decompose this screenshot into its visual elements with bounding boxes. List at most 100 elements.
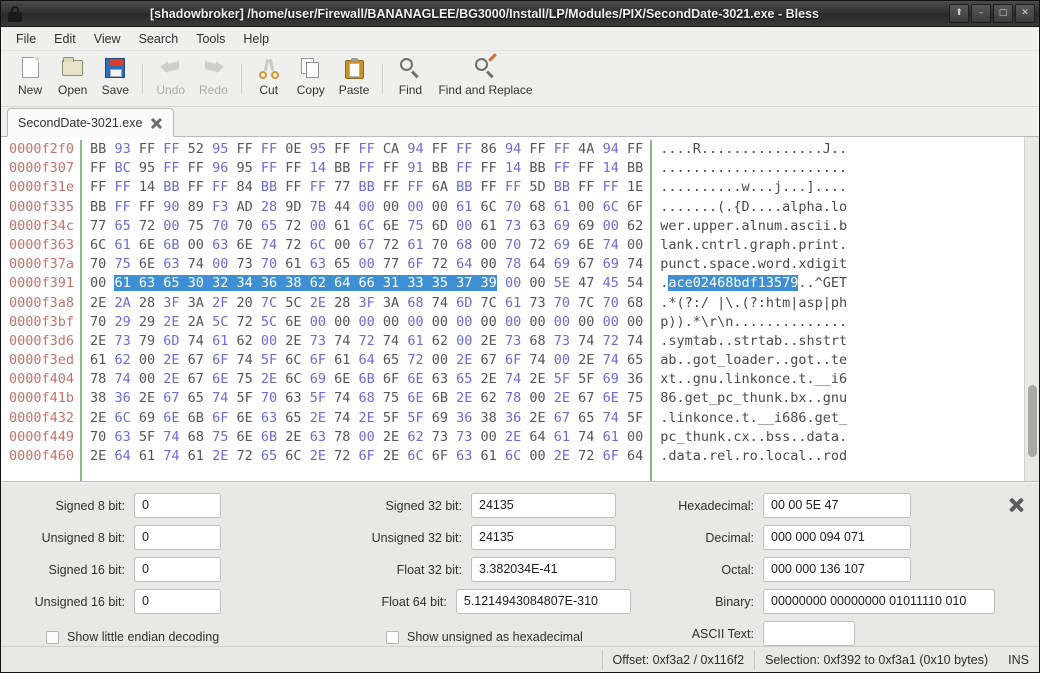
hex-byte[interactable]: 2E xyxy=(359,410,375,426)
hex-byte[interactable]: 94 xyxy=(505,141,521,157)
hex-byte[interactable]: 66 xyxy=(359,275,375,291)
hex-byte[interactable]: 62 xyxy=(310,275,326,291)
ascii-row[interactable]: ....................... xyxy=(660,159,847,178)
float-32-bit-input[interactable]: 3.382034E-41 xyxy=(471,557,616,582)
hex-byte[interactable]: 69 xyxy=(310,371,326,387)
hex-byte[interactable]: 63 xyxy=(456,448,472,464)
menu-search[interactable]: Search xyxy=(130,29,188,49)
hex-byte[interactable]: 68 xyxy=(456,237,472,253)
hex-byte[interactable]: 35 xyxy=(432,275,448,291)
hex-byte[interactable]: 5C xyxy=(212,314,228,330)
hex-byte[interactable]: 69 xyxy=(554,237,570,253)
hex-byte[interactable]: 2E xyxy=(310,295,326,311)
hex-byte[interactable]: 6C xyxy=(310,237,326,253)
ascii-row[interactable]: ....R...............J.. xyxy=(660,140,847,159)
hex-byte[interactable]: AD xyxy=(236,199,252,215)
hex-byte[interactable]: 00 xyxy=(90,275,106,291)
ascii-row[interactable]: punct.space.word.xdigit xyxy=(660,255,847,274)
hex-byte[interactable]: 6C xyxy=(407,448,423,464)
hex-byte[interactable]: 70 xyxy=(505,237,521,253)
hex-byte[interactable]: 00 xyxy=(505,275,521,291)
hex-byte[interactable]: FF xyxy=(578,179,594,195)
hex-byte[interactable]: 75 xyxy=(212,429,228,445)
hex-byte[interactable]: 6C xyxy=(603,199,619,215)
hex-byte[interactable]: FF xyxy=(90,179,106,195)
hex-byte[interactable]: 65 xyxy=(114,218,130,234)
hex-byte[interactable]: 75 xyxy=(236,371,252,387)
hex-view[interactable]: 0000f2f00000f3070000f31e0000f3350000f34c… xyxy=(1,137,1024,481)
hex-byte[interactable]: 6E xyxy=(236,410,252,426)
hex-byte[interactable]: 5F xyxy=(407,410,423,426)
hex-byte[interactable]: 28 xyxy=(139,295,155,311)
hex-byte[interactable]: FF xyxy=(505,179,521,195)
hex-byte[interactable]: 36 xyxy=(627,371,643,387)
hex-byte[interactable]: 2E xyxy=(529,410,545,426)
hex-byte[interactable]: 2E xyxy=(90,295,106,311)
hex-byte[interactable]: 00 xyxy=(139,371,155,387)
hex-byte[interactable]: 93 xyxy=(114,141,130,157)
hex-byte[interactable]: 2A xyxy=(188,314,204,330)
hex-byte[interactable]: 63 xyxy=(139,275,155,291)
hex-byte[interactable]: 69 xyxy=(603,371,619,387)
hex-byte[interactable]: 74 xyxy=(334,333,350,349)
hex-byte[interactable]: 67 xyxy=(359,237,375,253)
hex-byte[interactable]: FF xyxy=(114,179,130,195)
hex-byte[interactable]: 3A xyxy=(188,295,204,311)
ascii-text-input[interactable] xyxy=(763,621,855,646)
hex-byte[interactable]: 36 xyxy=(505,410,521,426)
hex-byte[interactable]: 0E xyxy=(285,141,301,157)
hex-byte[interactable]: 00 xyxy=(139,352,155,368)
hex-byte[interactable]: 74 xyxy=(163,448,179,464)
hex-byte[interactable]: 6B xyxy=(261,429,277,445)
hex-byte[interactable]: 6F xyxy=(627,199,643,215)
hex-byte[interactable]: 65 xyxy=(383,352,399,368)
hex-byte[interactable]: FF xyxy=(261,160,277,176)
hex-byte[interactable]: 67 xyxy=(554,410,570,426)
ascii-row[interactable]: p)).*\r\n.............. xyxy=(660,313,847,332)
hex-byte[interactable]: 2E xyxy=(383,429,399,445)
hex-byte[interactable]: 6C xyxy=(90,237,106,253)
hex-bytes-column[interactable]: BB 93 FF FF 52 95 FF FF 0E 95 FF FF CA 9… xyxy=(80,140,650,481)
hex-row[interactable]: BB 93 FF FF 52 95 FF FF 0E 95 FF FF CA 9… xyxy=(90,140,643,159)
hex-byte[interactable]: BB xyxy=(90,141,106,157)
hex-byte[interactable]: 00 xyxy=(529,275,545,291)
hex-byte[interactable]: 61 xyxy=(603,429,619,445)
hex-byte[interactable]: 7C xyxy=(578,295,594,311)
hex-byte[interactable]: FF xyxy=(114,199,130,215)
hex-byte[interactable]: FF xyxy=(554,141,570,157)
hex-byte[interactable]: 00 xyxy=(481,314,497,330)
hex-byte[interactable]: 65 xyxy=(261,448,277,464)
hex-byte[interactable]: 75 xyxy=(383,390,399,406)
hex-byte[interactable]: 5F xyxy=(627,410,643,426)
hex-byte[interactable]: 6C xyxy=(114,410,130,426)
hex-byte[interactable]: 62 xyxy=(481,390,497,406)
open-button[interactable]: Open xyxy=(51,54,94,104)
hex-byte[interactable]: 00 xyxy=(529,390,545,406)
hex-byte[interactable]: 2E xyxy=(90,448,106,464)
hex-byte[interactable]: 72 xyxy=(285,218,301,234)
hex-byte[interactable]: FF xyxy=(310,179,326,195)
hex-byte[interactable]: 74 xyxy=(603,237,619,253)
hex-byte[interactable]: 73 xyxy=(310,333,326,349)
hex-byte[interactable]: 37 xyxy=(456,275,472,291)
hex-byte[interactable]: 61 xyxy=(407,333,423,349)
hex-byte[interactable]: FF xyxy=(456,141,472,157)
hex-byte[interactable]: FF xyxy=(554,160,570,176)
hex-byte[interactable]: 00 xyxy=(432,352,448,368)
hex-byte[interactable]: BB xyxy=(261,179,277,195)
hex-byte[interactable]: 63 xyxy=(114,429,130,445)
hex-byte[interactable]: 00 xyxy=(481,429,497,445)
hex-byte[interactable]: 00 xyxy=(554,314,570,330)
hex-byte[interactable]: FF xyxy=(383,160,399,176)
hex-byte[interactable]: 77 xyxy=(383,256,399,272)
hex-byte[interactable]: 70 xyxy=(90,314,106,330)
hex-byte[interactable]: 78 xyxy=(505,256,521,272)
show-unsigned-hex-row[interactable]: Show unsigned as hexadecimal xyxy=(331,630,631,644)
hex-row[interactable]: 6C 61 6E 6B 00 63 6E 74 72 6C 00 67 72 6… xyxy=(90,236,643,255)
hex-byte[interactable]: 70 xyxy=(261,390,277,406)
hex-byte[interactable]: 6E xyxy=(383,218,399,234)
hex-byte[interactable]: 28 xyxy=(261,199,277,215)
hex-byte[interactable]: 61 xyxy=(334,352,350,368)
hex-byte[interactable]: 38 xyxy=(481,410,497,426)
close-tab-icon[interactable] xyxy=(149,116,163,130)
